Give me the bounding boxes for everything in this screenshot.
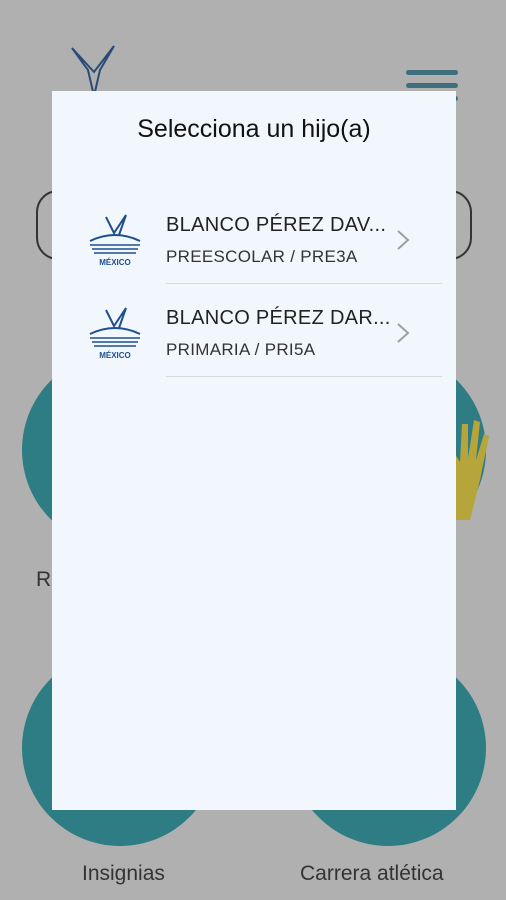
child-grade: PRIMARIA / PRI5A	[166, 340, 316, 359]
chevron-right-icon	[397, 230, 410, 250]
tile-label-carrera: Carrera atlética	[300, 862, 444, 885]
seal-text: MÉXICO	[99, 351, 131, 360]
child-name: BLANCO PÉREZ DAR...	[166, 307, 391, 329]
row-divider	[166, 376, 442, 377]
child-name: BLANCO PÉREZ DAV...	[166, 214, 387, 236]
school-seal-icon: MÉXICO	[89, 214, 141, 267]
seal-text: MÉXICO	[99, 258, 131, 267]
select-child-dialog: Selecciona un hijo(a) MÉXICO BLANCO PÉRE…	[52, 91, 456, 810]
tile-label-insignias: Insignias	[82, 862, 165, 885]
child-row[interactable]: MÉXICO BLANCO PÉREZ DAR... PRIMARIA / PR…	[52, 284, 456, 377]
child-row[interactable]: MÉXICO BLANCO PÉREZ DAV... PREESCOLAR / …	[52, 191, 456, 284]
child-grade: PREESCOLAR / PRE3A	[166, 247, 358, 266]
chevron-right-icon	[397, 323, 410, 343]
school-seal-icon: MÉXICO	[89, 307, 141, 360]
dialog-title: Selecciona un hijo(a)	[137, 115, 371, 143]
child-list: MÉXICO BLANCO PÉREZ DAV... PREESCOLAR / …	[52, 191, 456, 377]
tile-label-r: R	[36, 568, 52, 591]
